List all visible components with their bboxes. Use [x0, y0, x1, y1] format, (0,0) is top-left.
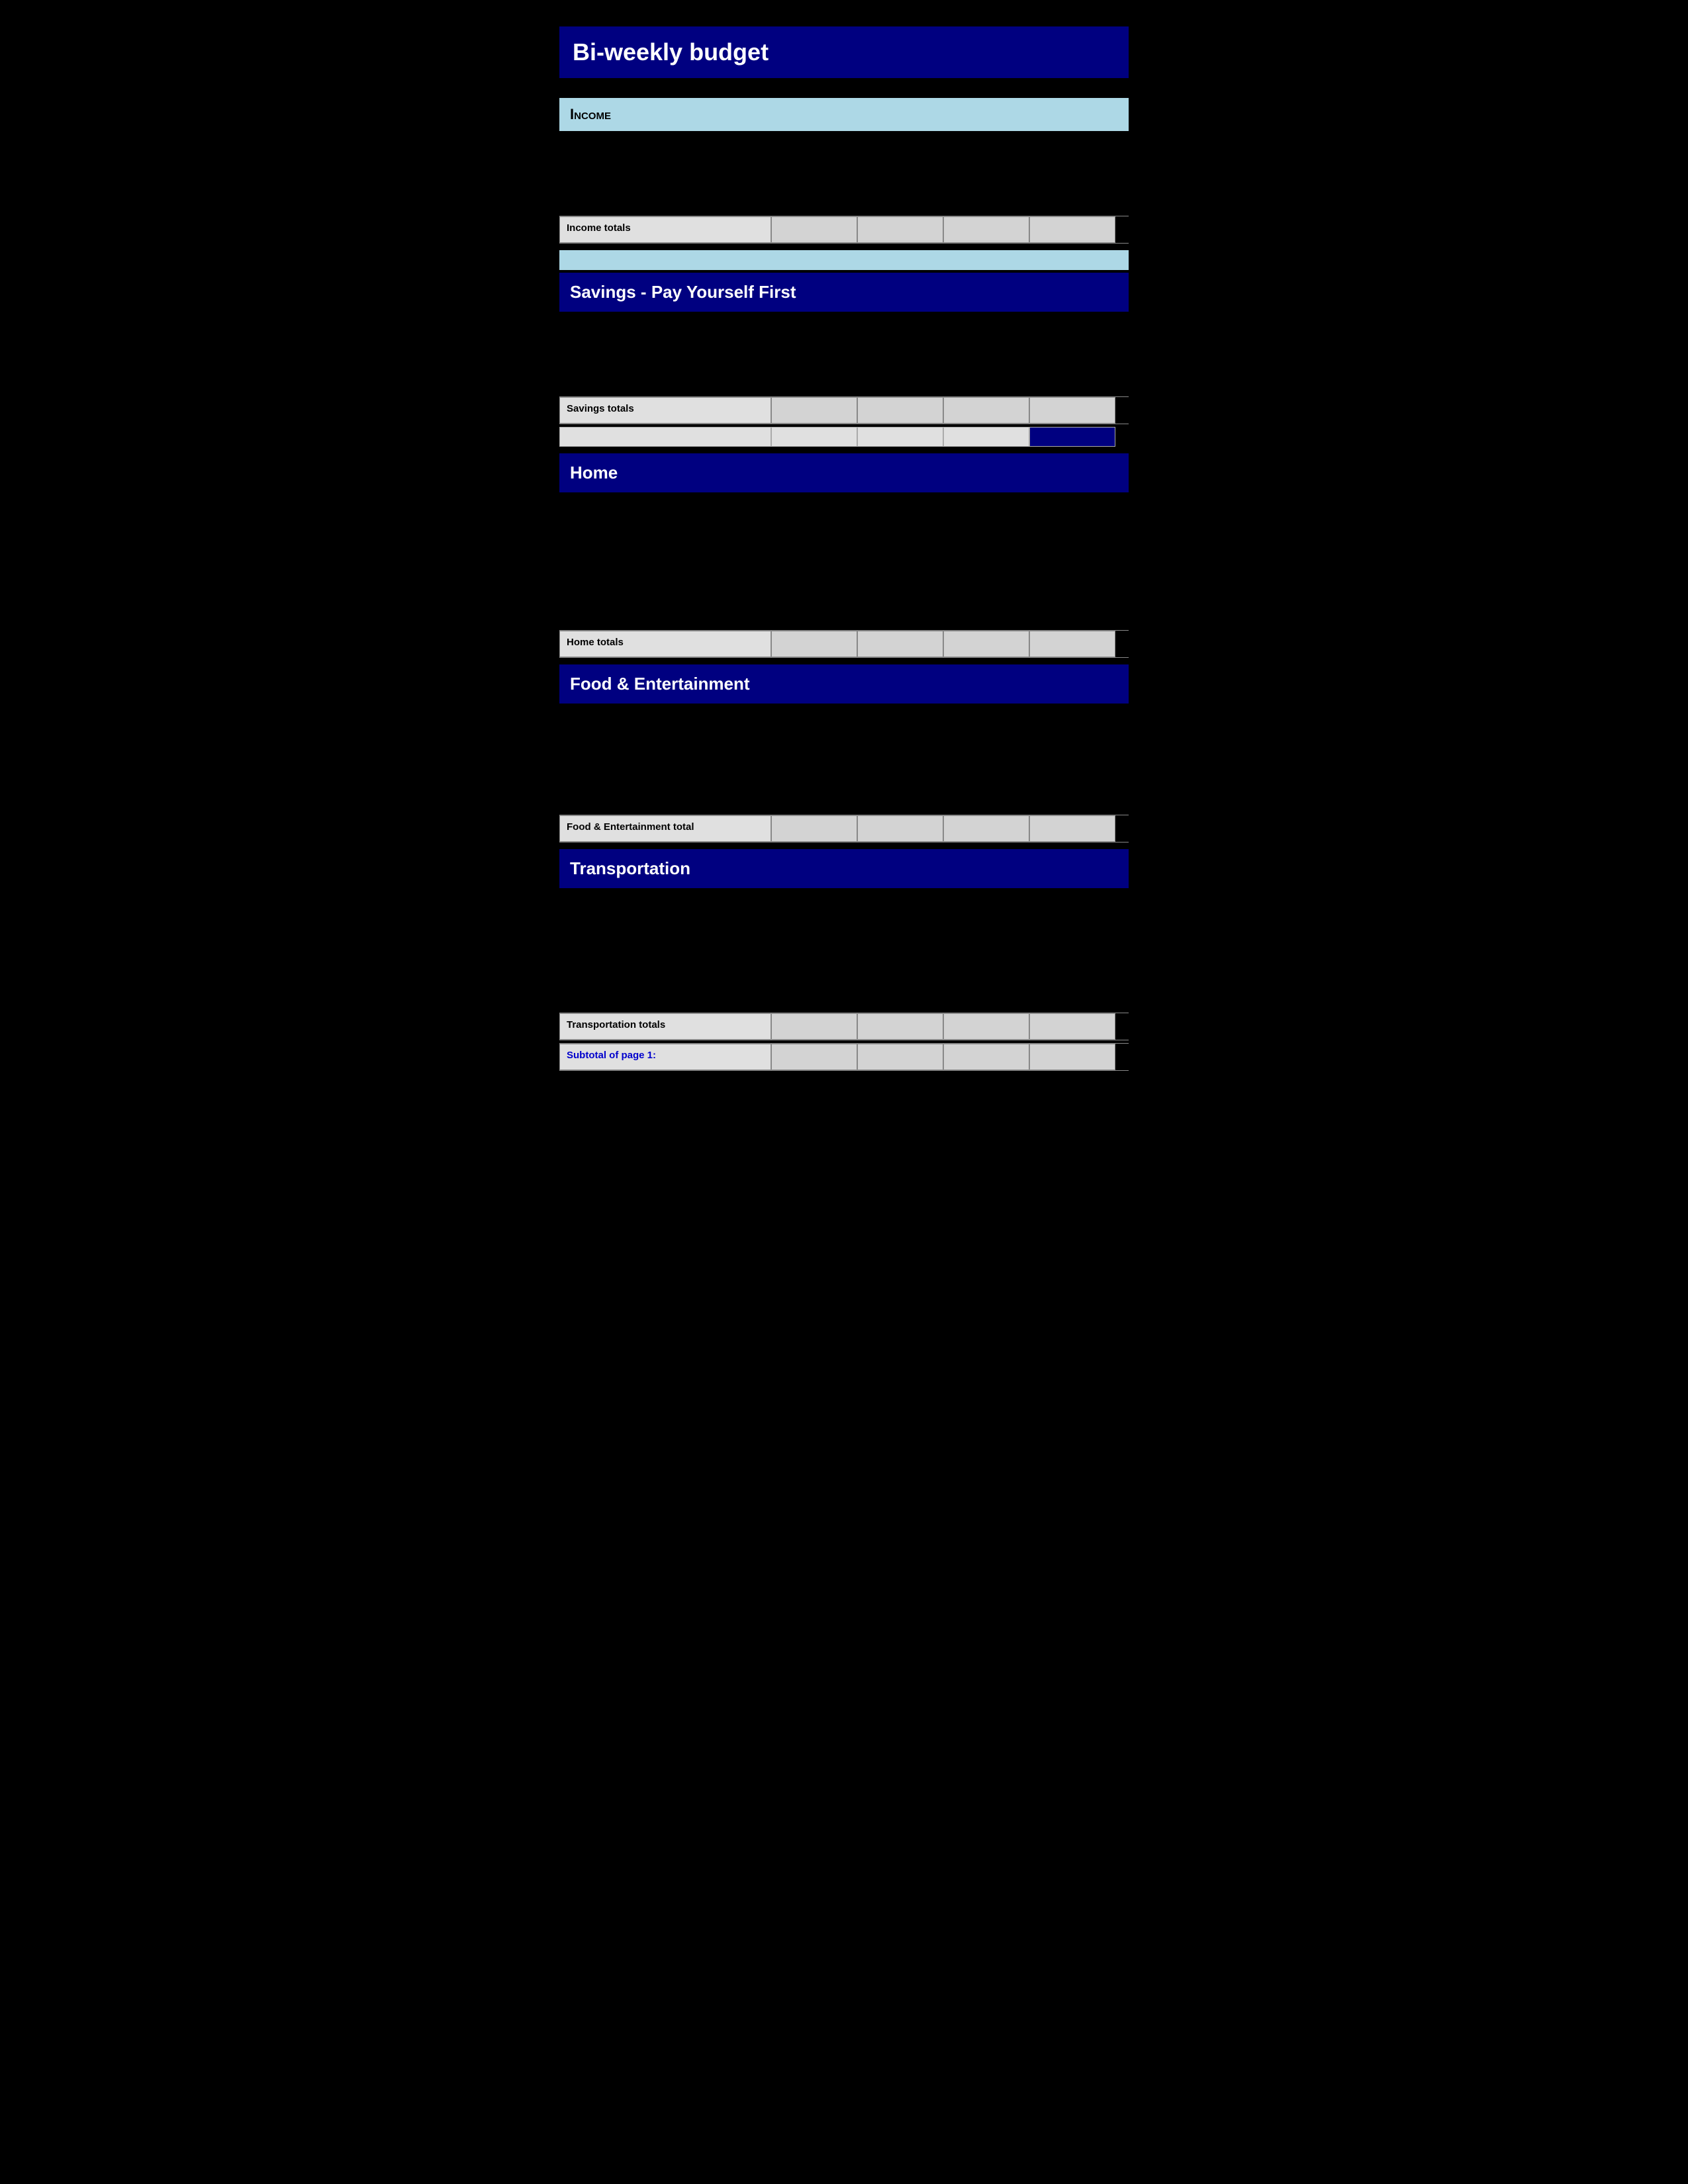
- subtotal-col1: [771, 1044, 857, 1070]
- subtotal-col2: [857, 1044, 943, 1070]
- savings-section: Savings - Pay Yourself First Savings tot…: [559, 250, 1129, 447]
- home-totals-label: Home totals: [559, 631, 771, 657]
- income-header: Income: [559, 98, 1129, 131]
- subtotal-row: Subtotal of page 1:: [559, 1043, 1129, 1071]
- savings-gap-col4: [943, 427, 1029, 447]
- home-totals-col1: [771, 631, 857, 657]
- savings-gap-col5: [1029, 427, 1115, 447]
- food-totals-col3: [943, 815, 1029, 842]
- home-totals-col2: [857, 631, 943, 657]
- home-section: Home Home totals: [559, 453, 1129, 658]
- transportation-header: Transportation: [559, 849, 1129, 888]
- food-totals-col2: [857, 815, 943, 842]
- subtotal-col3: [943, 1044, 1029, 1070]
- food-totals-label: Food & Entertainment total: [559, 815, 771, 842]
- food-header: Food & Entertainment: [559, 664, 1129, 704]
- savings-gap-col3: [857, 427, 943, 447]
- home-empty-rows: [559, 498, 1129, 630]
- savings-header: Savings - Pay Yourself First: [559, 273, 1129, 312]
- income-totals-col2: [857, 216, 943, 243]
- transportation-totals-label: Transportation totals: [559, 1013, 771, 1040]
- transportation-totals-row: Transportation totals: [559, 1013, 1129, 1040]
- transportation-empty-rows: [559, 893, 1129, 1013]
- main-title: Bi-weekly budget: [559, 26, 1129, 78]
- income-section: Income Income totals: [559, 98, 1129, 244]
- transportation-totals-col3: [943, 1013, 1029, 1040]
- income-totals-col1: [771, 216, 857, 243]
- home-totals-row: Home totals: [559, 630, 1129, 658]
- savings-light-spacer: [559, 250, 1129, 270]
- food-empty-rows: [559, 709, 1129, 815]
- transportation-section: Transportation Transportation totals Sub…: [559, 849, 1129, 1071]
- savings-empty-rows: [559, 317, 1129, 396]
- savings-totals-col4: [1029, 397, 1115, 424]
- savings-totals-col1: [771, 397, 857, 424]
- food-section: Food & Entertainment Food & Entertainmen…: [559, 664, 1129, 842]
- savings-totals-row: Savings totals: [559, 396, 1129, 424]
- income-totals-col4: [1029, 216, 1115, 243]
- savings-totals-col3: [943, 397, 1029, 424]
- income-totals-col3: [943, 216, 1029, 243]
- subtotal-label: Subtotal of page 1:: [559, 1044, 771, 1070]
- transportation-totals-col1: [771, 1013, 857, 1040]
- savings-gap-col1: [559, 427, 771, 447]
- food-totals-col4: [1029, 815, 1115, 842]
- home-totals-col4: [1029, 631, 1115, 657]
- income-totals-row: Income totals: [559, 216, 1129, 244]
- transportation-totals-col2: [857, 1013, 943, 1040]
- savings-gap-row: [559, 427, 1129, 447]
- food-totals-col1: [771, 815, 857, 842]
- home-header: Home: [559, 453, 1129, 492]
- income-empty-rows: [559, 136, 1129, 216]
- transportation-totals-col4: [1029, 1013, 1115, 1040]
- subtotal-col4: [1029, 1044, 1115, 1070]
- title-text: Bi-weekly budget: [573, 38, 769, 66]
- savings-totals-col2: [857, 397, 943, 424]
- savings-totals-label: Savings totals: [559, 397, 771, 424]
- income-totals-label: Income totals: [559, 216, 771, 243]
- food-totals-row: Food & Entertainment total: [559, 815, 1129, 842]
- page-container: Bi-weekly budget Income Income totals Sa…: [559, 26, 1129, 1071]
- home-totals-col3: [943, 631, 1029, 657]
- savings-gap-col2: [771, 427, 857, 447]
